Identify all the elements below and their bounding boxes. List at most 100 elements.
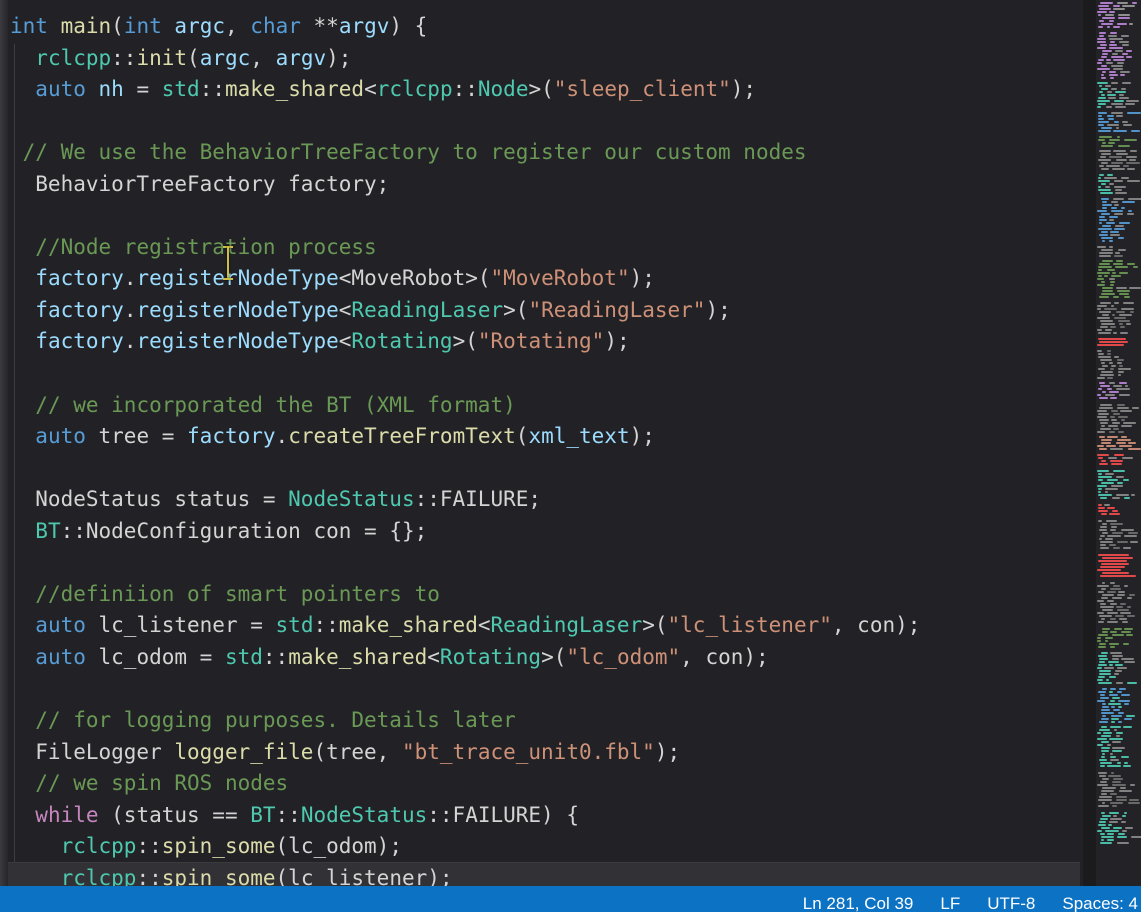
- minimap-line: [1106, 445, 1116, 447]
- minimap-line: [1098, 275, 1102, 277]
- code-line[interactable]: // we incorporated the BT (XML format): [10, 390, 920, 422]
- minimap-line: [1107, 26, 1111, 28]
- minimap-line: [1111, 365, 1116, 367]
- minimap-line: [1102, 706, 1109, 708]
- code-line[interactable]: factory.registerNodeType<Rotating>("Rota…: [10, 326, 920, 358]
- minimap-line: [1108, 661, 1119, 663]
- minimap-line: [1111, 207, 1117, 209]
- code-line[interactable]: // we spin ROS nodes: [10, 768, 920, 800]
- minimap-line: [1111, 706, 1115, 708]
- code-line[interactable]: auto lc_listener = std::make_shared<Read…: [10, 610, 920, 642]
- minimap-line: [1097, 284, 1105, 286]
- minimap-line: [1101, 162, 1108, 164]
- minimap-line: [1126, 156, 1136, 158]
- minimap-line: [1122, 82, 1132, 84]
- status-indentation-indicator[interactable]: Spaces: 4: [1062, 894, 1138, 912]
- minimap-line: [1123, 726, 1131, 728]
- code-line[interactable]: // We use the BehaviorTreeFactory to reg…: [10, 137, 920, 169]
- minimap-line: [1123, 165, 1129, 167]
- code-token: [10, 613, 35, 637]
- minimap-line: [1105, 830, 1119, 832]
- code-token: int: [10, 14, 48, 38]
- code-token: char: [250, 14, 301, 38]
- code-token: argc: [174, 14, 225, 38]
- code-token: ::: [263, 645, 288, 669]
- code-token: // we spin ROS nodes: [35, 771, 288, 795]
- code-line[interactable]: [10, 106, 920, 138]
- minimap-line: [1102, 594, 1114, 596]
- code-line[interactable]: [10, 200, 920, 232]
- minimap-line: [1099, 463, 1108, 465]
- code-line[interactable]: auto tree = factory.createTreeFromText(x…: [10, 421, 920, 453]
- code-token: [10, 393, 35, 417]
- minimap-line: [1121, 821, 1125, 823]
- code-line[interactable]: NodeStatus status = NodeStatus::FAILURE;: [10, 484, 920, 516]
- minimap-line: [1113, 296, 1119, 298]
- minimap-line: [1128, 802, 1140, 804]
- minimap-line: [1101, 588, 1106, 590]
- code-line[interactable]: auto nh = std::make_shared<rclcpp::Node>…: [10, 74, 920, 106]
- code-line[interactable]: rclcpp::init(argc, argv);: [10, 43, 920, 75]
- minimap-line: [1109, 38, 1123, 40]
- code-line[interactable]: [10, 547, 920, 579]
- code-line[interactable]: BT::NodeConfiguration con = {};: [10, 516, 920, 548]
- minimap-line: [1104, 667, 1113, 669]
- code-line[interactable]: while (status == BT::NodeStatus::FAILURE…: [10, 800, 920, 832]
- code-line[interactable]: auto lc_odom = std::make_shared<Rotating…: [10, 642, 920, 674]
- code-line[interactable]: [10, 453, 920, 485]
- minimap-line: [1116, 799, 1127, 801]
- code-token: factory: [187, 424, 276, 448]
- minimap-line: [1106, 222, 1115, 224]
- status-cursor-position[interactable]: Ln 281, Col 39: [803, 894, 914, 912]
- code-line[interactable]: BehaviorTreeFactory factory;: [10, 169, 920, 201]
- minimap-line: [1110, 631, 1116, 633]
- minimap-line: [1107, 621, 1118, 623]
- minimap-line: [1121, 207, 1126, 209]
- code-line[interactable]: int main(int argc, char **argv) {: [10, 11, 920, 43]
- code-line[interactable]: //definiion of smart pointers to: [10, 579, 920, 611]
- minimap-line: [1097, 784, 1108, 786]
- minimap-line: [1099, 311, 1111, 313]
- minimap-line: [1099, 252, 1113, 254]
- minimap-line: [1097, 47, 1106, 49]
- code-line[interactable]: rclcpp::spin_some(lc_odom);: [10, 831, 920, 863]
- minimap-line: [1111, 210, 1124, 212]
- minimap-line: [1098, 130, 1111, 132]
- code-token: );: [655, 740, 680, 764]
- minimap-line: [1107, 600, 1114, 602]
- code-line[interactable]: //Node registration process: [10, 232, 920, 264]
- minimap-line: [1113, 332, 1117, 334]
- code-token: xml_text: [528, 424, 629, 448]
- minimap-line: [1118, 700, 1130, 702]
- minimap-line: [1097, 305, 1107, 307]
- minimap-line: [1117, 359, 1123, 361]
- code-line[interactable]: rclcpp::spin_some(lc_listener);: [10, 863, 920, 886]
- minimap-line: [1104, 275, 1108, 277]
- code-line[interactable]: // for logging purposes. Details later: [10, 705, 920, 737]
- minimap-line: [1097, 394, 1101, 396]
- code-editor[interactable]: int main(int argc, char **argv) { rclcpp…: [0, 0, 1083, 886]
- minimap-line: [1111, 721, 1115, 723]
- code-line[interactable]: factory.registerNodeType<MoveRobot>("Mov…: [10, 263, 920, 295]
- code-token: ) {: [389, 14, 427, 38]
- minimap-line: [1114, 729, 1117, 731]
- minimap[interactable]: [1096, 0, 1141, 886]
- minimap-line: [1132, 407, 1140, 409]
- code-token: >(: [642, 613, 667, 637]
- minimap-line: [1101, 425, 1105, 427]
- minimap-line: [1121, 177, 1129, 179]
- minimap-line: [1117, 404, 1125, 406]
- minimap-line: [1113, 263, 1123, 265]
- code-line[interactable]: [10, 673, 920, 705]
- minimap-line: [1099, 20, 1104, 22]
- status-eol-indicator[interactable]: LF: [940, 894, 960, 912]
- code-line[interactable]: [10, 358, 920, 390]
- status-encoding-indicator[interactable]: UTF-8: [987, 894, 1035, 912]
- minimap-line: [1099, 615, 1112, 617]
- minimap-line: [1115, 252, 1119, 254]
- minimap-line: [1111, 65, 1123, 67]
- code-token: registerNodeType: [136, 266, 338, 290]
- minimap-line: [1097, 344, 1124, 346]
- code-line[interactable]: factory.registerNodeType<ReadingLaser>("…: [10, 295, 920, 327]
- code-line[interactable]: FileLogger logger_file(tree, "bt_trace_u…: [10, 737, 920, 769]
